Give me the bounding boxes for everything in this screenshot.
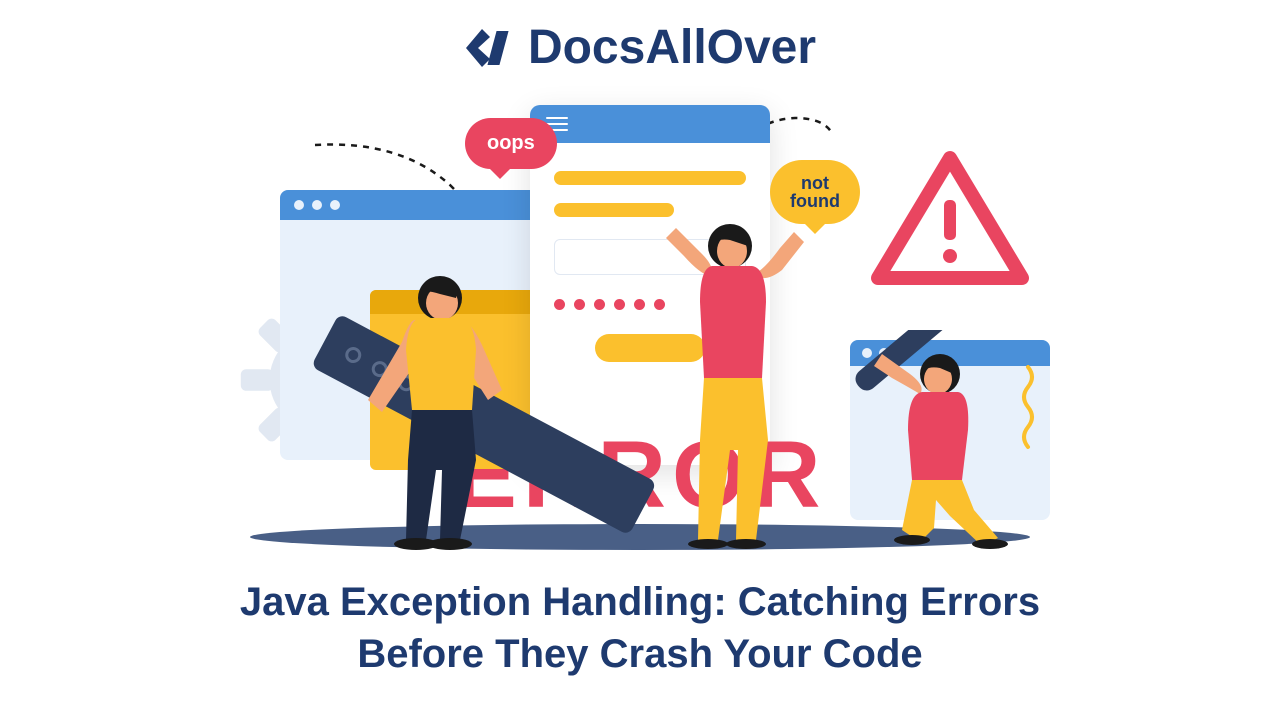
person-center (660, 220, 810, 550)
title-line-2: Before They Crash Your Code (357, 632, 922, 676)
squiggle-decoration (1018, 365, 1038, 455)
brand-logo-icon (464, 25, 516, 71)
person-right (840, 330, 1020, 550)
warning-triangle-icon (870, 150, 1030, 290)
title-line-1: Java Exception Handling: Catching Errors (240, 580, 1040, 624)
titlebar-dot (330, 200, 340, 210)
titlebar-dot (312, 200, 322, 210)
article-title: Java Exception Handling: Catching Errors… (0, 576, 1280, 680)
bubble-text: not (801, 173, 829, 193)
placeholder-line (554, 171, 746, 185)
brand-name: DocsAllOver (528, 20, 816, 75)
titlebar-dot (294, 200, 304, 210)
speech-bubble-not-found: not found (770, 160, 860, 224)
header: DocsAllOver (0, 0, 1280, 75)
speech-bubble-oops: oops (465, 118, 557, 169)
person-left (320, 270, 520, 550)
placeholder-line (554, 203, 674, 217)
bubble-text: found (790, 191, 840, 211)
card-titlebar (530, 105, 770, 143)
hero-illustration: oops not found ERROR (230, 90, 1050, 550)
